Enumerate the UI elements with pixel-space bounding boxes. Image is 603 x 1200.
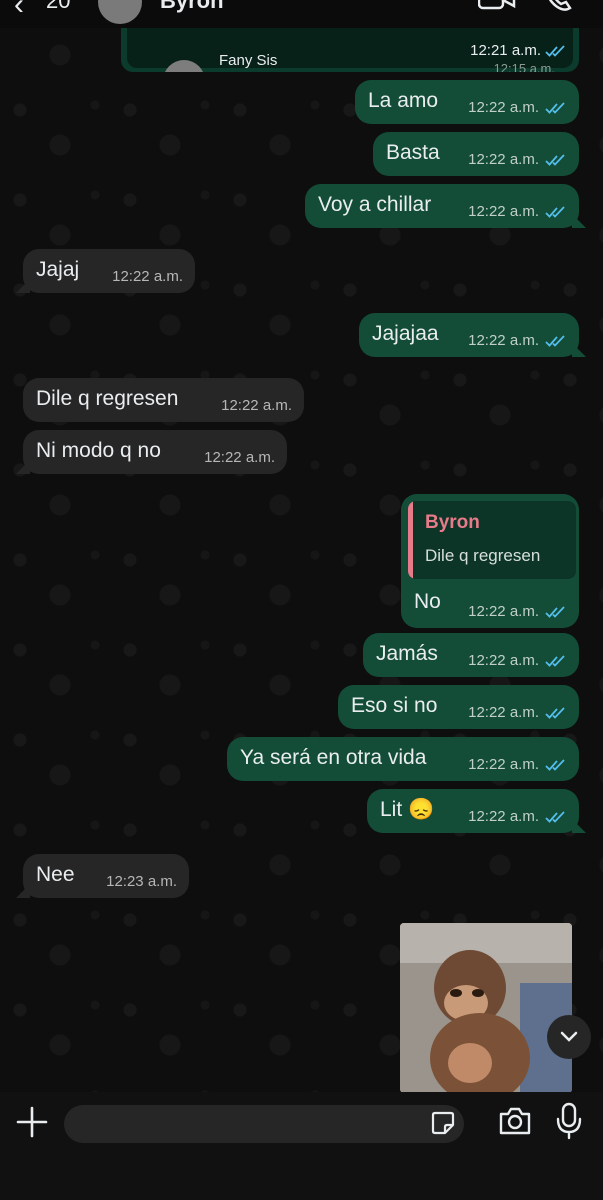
message-text: Ya será en otra vida (240, 746, 427, 769)
quoted-text: Dile q regresen (425, 546, 541, 565)
message-meta: 12:22 a.m. (468, 756, 567, 773)
read-ticks-icon (545, 101, 565, 114)
message-meta: 12:22 a.m. (204, 449, 275, 466)
message-timestamp: 12:22 a.m. (204, 449, 275, 466)
message-input[interactable] (64, 1105, 464, 1143)
message-meta: 12:22 a.m. (112, 268, 183, 285)
chevron-down-icon (560, 1031, 578, 1042)
message-text: Jajajaa (372, 322, 439, 345)
message-text: La amo (368, 89, 439, 112)
outgoing-message-bubble[interactable]: Lit 😞 12:22 a.m. (367, 789, 586, 833)
sticker-icon[interactable] (430, 1110, 456, 1136)
read-ticks-icon (545, 654, 565, 667)
camera-icon[interactable] (498, 1104, 532, 1138)
voice-call-icon[interactable] (544, 0, 574, 12)
message-meta: 12:22 a.m. (468, 808, 567, 825)
incoming-message-bubble[interactable]: Dile q regresen 12:22 a.m. (23, 378, 304, 422)
plus-icon[interactable] (14, 1104, 50, 1140)
outgoing-message-bubble[interactable]: Jajajaa 12:22 a.m. (359, 313, 586, 357)
message-timestamp: 12:22 a.m. (221, 397, 292, 414)
message-meta: 12:22 a.m. (468, 652, 567, 669)
message-timestamp: 12:22 a.m. (468, 332, 539, 349)
outgoing-message-bubble[interactable]: Voy a chillar 12:22 a.m. (305, 184, 586, 228)
outgoing-message-bubble[interactable]: Jamás 12:22 a.m. (363, 633, 579, 677)
outgoing-message-bubble[interactable]: Eso si no 12:22 a.m. (338, 685, 579, 729)
message-timestamp: 12:23 a.m. (106, 873, 177, 890)
incoming-message-bubble[interactable]: Nee 12:23 a.m. (16, 854, 189, 898)
incoming-message-bubble[interactable]: Ni modo q no 12:22 a.m. (16, 430, 287, 474)
read-ticks-icon (545, 334, 565, 347)
monkey-image (400, 923, 572, 1093)
message-timestamp: 12:21 a.m. (470, 42, 567, 59)
message-text: No (414, 590, 441, 613)
message-meta: 12:22 a.m. (468, 151, 567, 168)
message-timestamp: 12:22 a.m. (468, 704, 539, 721)
message-meta: 12:22 a.m. (468, 704, 567, 721)
contact-avatar[interactable] (98, 0, 142, 24)
message-text: Voy a chillar (318, 193, 432, 216)
read-ticks-icon (545, 605, 565, 618)
read-ticks-icon (545, 758, 565, 771)
message-text: Nee (36, 863, 75, 886)
incoming-message-bubble[interactable]: Jajaj 12:22 a.m. (16, 249, 195, 293)
image-thumbnail[interactable] (400, 923, 572, 1093)
outgoing-message-bubble[interactable]: Ya será en otra vida 12:22 a.m. (227, 737, 579, 781)
message-timestamp: 12:22 a.m. (468, 151, 539, 168)
message-text: Jajaj (36, 258, 80, 281)
message-text: Basta (386, 141, 440, 164)
message-meta: 12:22 a.m. (468, 603, 567, 620)
outgoing-message-bubble[interactable]: La amo 12:22 a.m. (355, 80, 579, 124)
message-timestamp: 12:22 a.m. (468, 756, 539, 773)
outgoing-reply-bubble[interactable]: Byron Dile q regresen No 12:22 a.m. (401, 494, 579, 628)
contact-name: Fany Sis (219, 52, 278, 69)
message-meta: 12:22 a.m. (468, 203, 567, 220)
read-ticks-icon (545, 205, 565, 218)
unread-count[interactable]: 20 (46, 0, 70, 14)
message-text: Ni modo q no (36, 439, 161, 462)
message-timestamp: 12:22 a.m. (468, 203, 539, 220)
message-meta: 12:22 a.m. (221, 397, 292, 414)
video-call-icon[interactable] (478, 0, 516, 12)
scroll-to-bottom-button[interactable] (547, 1015, 591, 1059)
chat-header: ‹ 20 Byron (0, 0, 603, 28)
quoted-message[interactable]: Byron Dile q regresen (408, 501, 576, 579)
message-meta: 12:23 a.m. (106, 873, 177, 890)
message-timestamp: 12:22 a.m. (468, 652, 539, 669)
message-meta: 12:22 a.m. (468, 332, 567, 349)
message-timestamp: 12:22 a.m. (468, 99, 539, 116)
message-timestamp: 12:22 a.m. (468, 603, 539, 620)
read-ticks-icon (545, 44, 565, 57)
read-ticks-icon (545, 153, 565, 166)
microphone-icon[interactable] (554, 1102, 584, 1140)
message-input-container (64, 1105, 464, 1143)
message-timestamp: 12:22 a.m. (112, 268, 183, 285)
read-ticks-icon (545, 810, 565, 823)
read-ticks-icon (545, 706, 565, 719)
quoted-author: Byron (425, 512, 480, 533)
message-text: Eso si no (351, 694, 438, 717)
outgoing-message-bubble[interactable]: Basta 12:22 a.m. (373, 132, 579, 176)
message-timestamp: 12:22 a.m. (468, 808, 539, 825)
contact-avatar (163, 60, 205, 72)
timestamp-text: 12:21 a.m. (470, 42, 541, 59)
message-meta: 12:22 a.m. (468, 99, 567, 116)
composer-bar (0, 1092, 603, 1200)
contact-name[interactable]: Byron (160, 0, 224, 14)
message-text: Dile q regresen (36, 387, 179, 410)
message-timestamp: 12:15 a.m. (493, 61, 555, 72)
back-chevron-icon[interactable]: ‹ (14, 0, 24, 22)
message-text: Jamás (376, 642, 438, 665)
message-text: Lit 😞 (380, 798, 435, 821)
quote-accent-bar (408, 501, 413, 579)
